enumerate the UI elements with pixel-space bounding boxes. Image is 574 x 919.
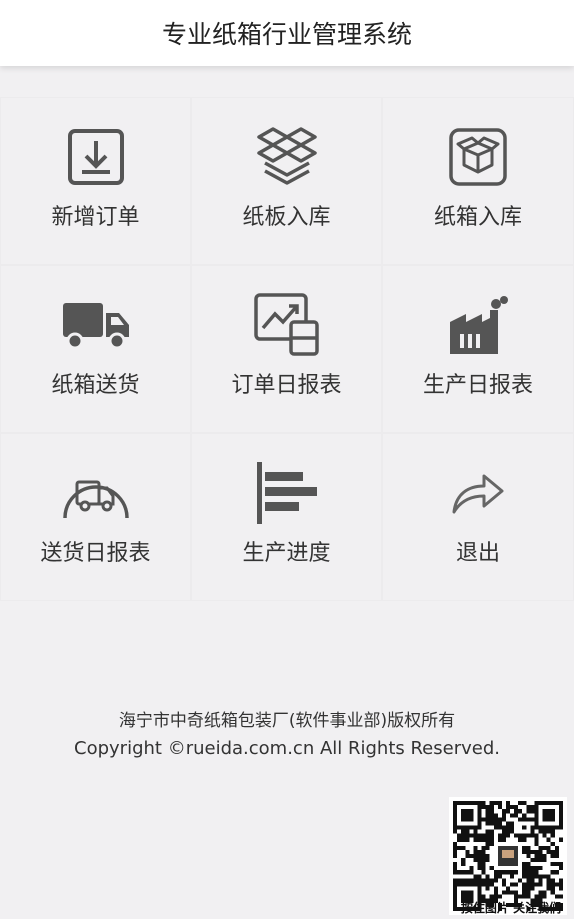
menu-item-production-daily-report[interactable]: 生产日报表 [382,265,574,433]
qr-code-image[interactable] [449,797,567,915]
copyright-owner: 海宁市中奇纸箱包装厂(软件事业部)版权所有 [118,711,456,731]
menu-item-label: 纸板入库 [242,205,331,230]
layered-boxes-icon [251,125,323,189]
share-arrow-icon [442,461,514,525]
menu-item-label: 生产进度 [242,541,331,566]
menu-item-logout[interactable]: 退出 [382,433,574,601]
download-tray-icon [60,125,132,189]
app-header: 专业纸箱行业管理系统 [0,0,574,66]
chart-report-icon [251,293,323,357]
factory-icon [442,293,514,357]
menu-item-label: 生产日报表 [422,373,533,398]
menu-item-label: 退出 [455,541,500,566]
menu-item-new-order[interactable]: 新增订单 [0,97,191,265]
menu-item-board-stock-in[interactable]: 纸板入库 [191,97,382,265]
qr-caption: 按住图片 关注我们 [460,901,562,915]
menu-item-carton-stock-in[interactable]: 纸箱入库 [382,97,574,265]
menu-item-label: 新增订单 [51,205,140,230]
truck-icon [60,293,132,357]
menu-item-label: 纸箱送货 [51,373,140,398]
open-box-icon [442,125,514,189]
menu-item-label: 送货日报表 [40,541,151,566]
progress-bars-icon [251,461,323,525]
menu-item-label: 纸箱入库 [433,205,522,230]
delivery-truck-circle-icon [60,461,132,525]
menu-item-delivery-daily-report[interactable]: 送货日报表 [0,433,191,601]
menu-item-carton-delivery[interactable]: 纸箱送货 [0,265,191,433]
menu-item-order-daily-report[interactable]: 订单日报表 [191,265,382,433]
menu-item-production-progress[interactable]: 生产进度 [191,433,382,601]
menu-grid: 新增订单 纸板入库 纸箱入库 纸箱送货 订单日报表 生产日报表 送货日报表 生产… [0,97,574,601]
page-title: 专业纸箱行业管理系统 [161,20,412,49]
menu-item-label: 订单日报表 [231,373,342,398]
copyright-notice: Copyright ©rueida.com.cn All Rights Rese… [74,738,500,759]
